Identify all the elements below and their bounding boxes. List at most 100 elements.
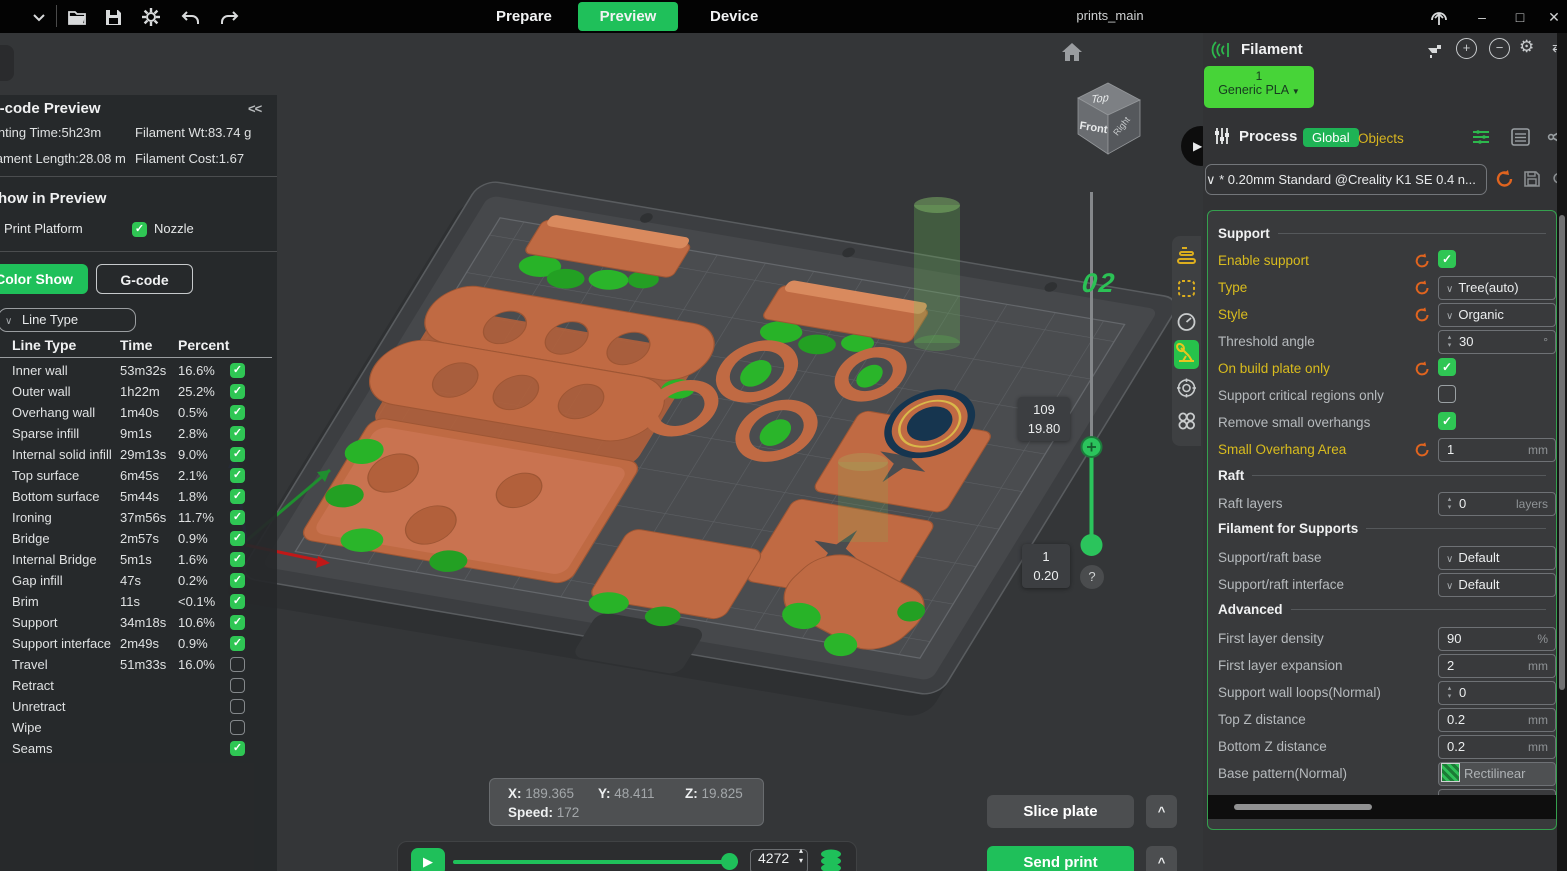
timeline-slider[interactable] xyxy=(453,860,738,864)
setting-dropdown[interactable]: ∨Organic xyxy=(1438,303,1556,327)
home-view-icon[interactable] xyxy=(1060,40,1084,64)
row-checkbox[interactable]: ✓ xyxy=(230,384,245,399)
setting-dropdown[interactable]: ∨Tree(auto) xyxy=(1438,276,1556,300)
reset-icon[interactable] xyxy=(1414,360,1432,378)
setting-input[interactable]: 90% xyxy=(1438,627,1556,651)
line-type-filter[interactable]: ∨ Line Type xyxy=(0,308,136,332)
scrollbar-thumb[interactable] xyxy=(1234,804,1372,810)
reset-icon[interactable] xyxy=(1414,252,1432,270)
row-checkbox[interactable]: ✓ xyxy=(230,552,245,567)
preset-reset-icon[interactable] xyxy=(1495,169,1515,189)
orientation-cube[interactable]: Top Front Right xyxy=(1066,74,1150,158)
save-file-icon[interactable] xyxy=(102,6,124,28)
category-speed[interactable] xyxy=(1174,308,1199,337)
row-checkbox[interactable]: ✓ xyxy=(230,405,245,420)
category-support[interactable] xyxy=(1174,340,1199,369)
undo-icon[interactable] xyxy=(180,6,202,28)
setting-checkbox[interactable]: ✓ xyxy=(1438,250,1456,268)
row-checkbox[interactable]: ✓ xyxy=(230,741,245,756)
row-checkbox[interactable]: ✓ xyxy=(230,615,245,630)
reset-icon[interactable] xyxy=(1414,306,1432,324)
row-checkbox[interactable]: ✓ xyxy=(230,510,245,525)
timeline-slider-thumb[interactable] xyxy=(721,853,738,870)
step-down-icon[interactable]: ▾ xyxy=(799,856,803,865)
tab-global[interactable]: Global xyxy=(1303,128,1359,147)
row-checkbox[interactable]: ✓ xyxy=(230,426,245,441)
category-advanced[interactable] xyxy=(1174,407,1199,436)
open-file-icon[interactable] xyxy=(66,6,88,28)
tab-device[interactable]: Device xyxy=(696,2,772,31)
param-list-icon[interactable] xyxy=(1471,128,1491,146)
window-minimize-button[interactable]: – xyxy=(1472,7,1492,27)
preset-save-icon[interactable] xyxy=(1523,170,1541,188)
setting-dropdown[interactable]: ∨Default xyxy=(1438,546,1556,570)
row-checkbox[interactable] xyxy=(230,657,245,672)
row-checkbox[interactable] xyxy=(230,720,245,735)
vertical-scrollbar[interactable] xyxy=(1557,33,1567,871)
setting-spinner[interactable]: ▴▾ 30 ° xyxy=(1438,330,1556,354)
send-print-button[interactable]: Send print xyxy=(987,846,1134,871)
nozzle-checkbox[interactable]: ✓ xyxy=(132,220,147,237)
setting-input[interactable]: 0.2mm xyxy=(1438,735,1556,759)
spinner-arrows-icon[interactable]: ▴▾ xyxy=(1445,685,1454,701)
redo-icon[interactable] xyxy=(218,6,240,28)
setting-checkbox[interactable]: ✓ xyxy=(1438,358,1456,376)
scrollbar-thumb[interactable] xyxy=(1559,215,1565,690)
row-checkbox[interactable]: ✓ xyxy=(230,573,245,588)
setting-input[interactable]: 0.2mm xyxy=(1438,708,1556,732)
window-maximize-button[interactable]: □ xyxy=(1510,7,1530,27)
setting-input[interactable]: 1mm xyxy=(1438,438,1556,462)
setting-spinner[interactable]: ▴▾ 0 xyxy=(1438,681,1556,705)
setting-input[interactable]: 2mm xyxy=(1438,654,1556,678)
tab-prepare[interactable]: Prepare xyxy=(482,2,566,31)
setting-checkbox[interactable] xyxy=(1438,385,1456,403)
collapse-panel-button[interactable]: << xyxy=(248,101,261,116)
window-close-button[interactable]: ✕ xyxy=(1544,7,1564,27)
setting-pattern-dropdown[interactable]: Rectilinear xyxy=(1438,762,1556,786)
upload-cloud-icon[interactable] xyxy=(1428,6,1450,28)
add-filament-icon[interactable]: + xyxy=(1456,38,1477,59)
play-button[interactable]: ▶ xyxy=(411,848,445,871)
horizontal-scrollbar[interactable] xyxy=(1208,795,1556,819)
row-checkbox[interactable]: ✓ xyxy=(230,636,245,651)
remove-filament-icon[interactable]: − xyxy=(1489,38,1510,59)
preset-selector[interactable]: ∨ * 0.20mm Standard @Creality K1 SE 0.4 … xyxy=(1205,164,1487,195)
left-drawer-handle[interactable] xyxy=(0,45,14,81)
slice-plate-button[interactable]: Slice plate xyxy=(987,795,1134,828)
setting-spinner[interactable]: ▴▾ 0 layers xyxy=(1438,492,1556,516)
step-input[interactable]: 4272 ▴ ▾ xyxy=(750,849,808,871)
slice-options-button[interactable]: ^ xyxy=(1146,795,1177,828)
reset-icon[interactable] xyxy=(1414,279,1432,297)
settings-gear-icon[interactable] xyxy=(140,6,162,28)
row-checkbox[interactable]: ✓ xyxy=(230,594,245,609)
gcode-view-button[interactable]: G-code xyxy=(96,264,193,294)
row-checkbox[interactable]: ✓ xyxy=(230,489,245,504)
category-quality[interactable] xyxy=(1174,241,1199,270)
reset-icon[interactable] xyxy=(1414,441,1432,459)
table-view-icon[interactable] xyxy=(1511,128,1530,146)
preset-name: * 0.20mm Standard @Creality K1 SE 0.4 n.… xyxy=(1219,172,1476,187)
row-checkbox[interactable]: ✓ xyxy=(230,531,245,546)
category-others[interactable] xyxy=(1174,374,1199,403)
menu-chevron-icon[interactable] xyxy=(28,6,50,28)
layers-icon[interactable] xyxy=(818,847,844,871)
row-checkbox[interactable]: ✓ xyxy=(230,468,245,483)
spinner-arrows-icon[interactable]: ▴▾ xyxy=(1445,496,1454,512)
row-checkbox[interactable]: ✓ xyxy=(230,363,245,378)
row-checkbox[interactable] xyxy=(230,678,245,693)
filament-flush-icon[interactable] xyxy=(1425,40,1445,60)
filament-settings-gear-icon[interactable]: ⚙ xyxy=(1519,37,1534,57)
tab-objects[interactable]: Objects xyxy=(1358,131,1404,146)
send-options-button[interactable]: ^ xyxy=(1146,846,1177,871)
color-show-button[interactable]: Color Show xyxy=(0,264,88,294)
spinner-arrows-icon[interactable]: ▴▾ xyxy=(1445,334,1454,350)
setting-checkbox[interactable]: ✓ xyxy=(1438,412,1456,430)
category-strength[interactable] xyxy=(1174,275,1199,304)
filament-slot-chip[interactable]: 1 Generic PLA ▼ xyxy=(1204,66,1314,108)
tab-preview[interactable]: Preview xyxy=(578,2,678,31)
row-checkbox[interactable] xyxy=(230,699,245,714)
help-button[interactable]: ? xyxy=(1080,565,1104,589)
step-up-icon[interactable]: ▴ xyxy=(799,846,803,855)
row-checkbox[interactable]: ✓ xyxy=(230,447,245,462)
setting-dropdown[interactable]: ∨Default xyxy=(1438,573,1556,597)
